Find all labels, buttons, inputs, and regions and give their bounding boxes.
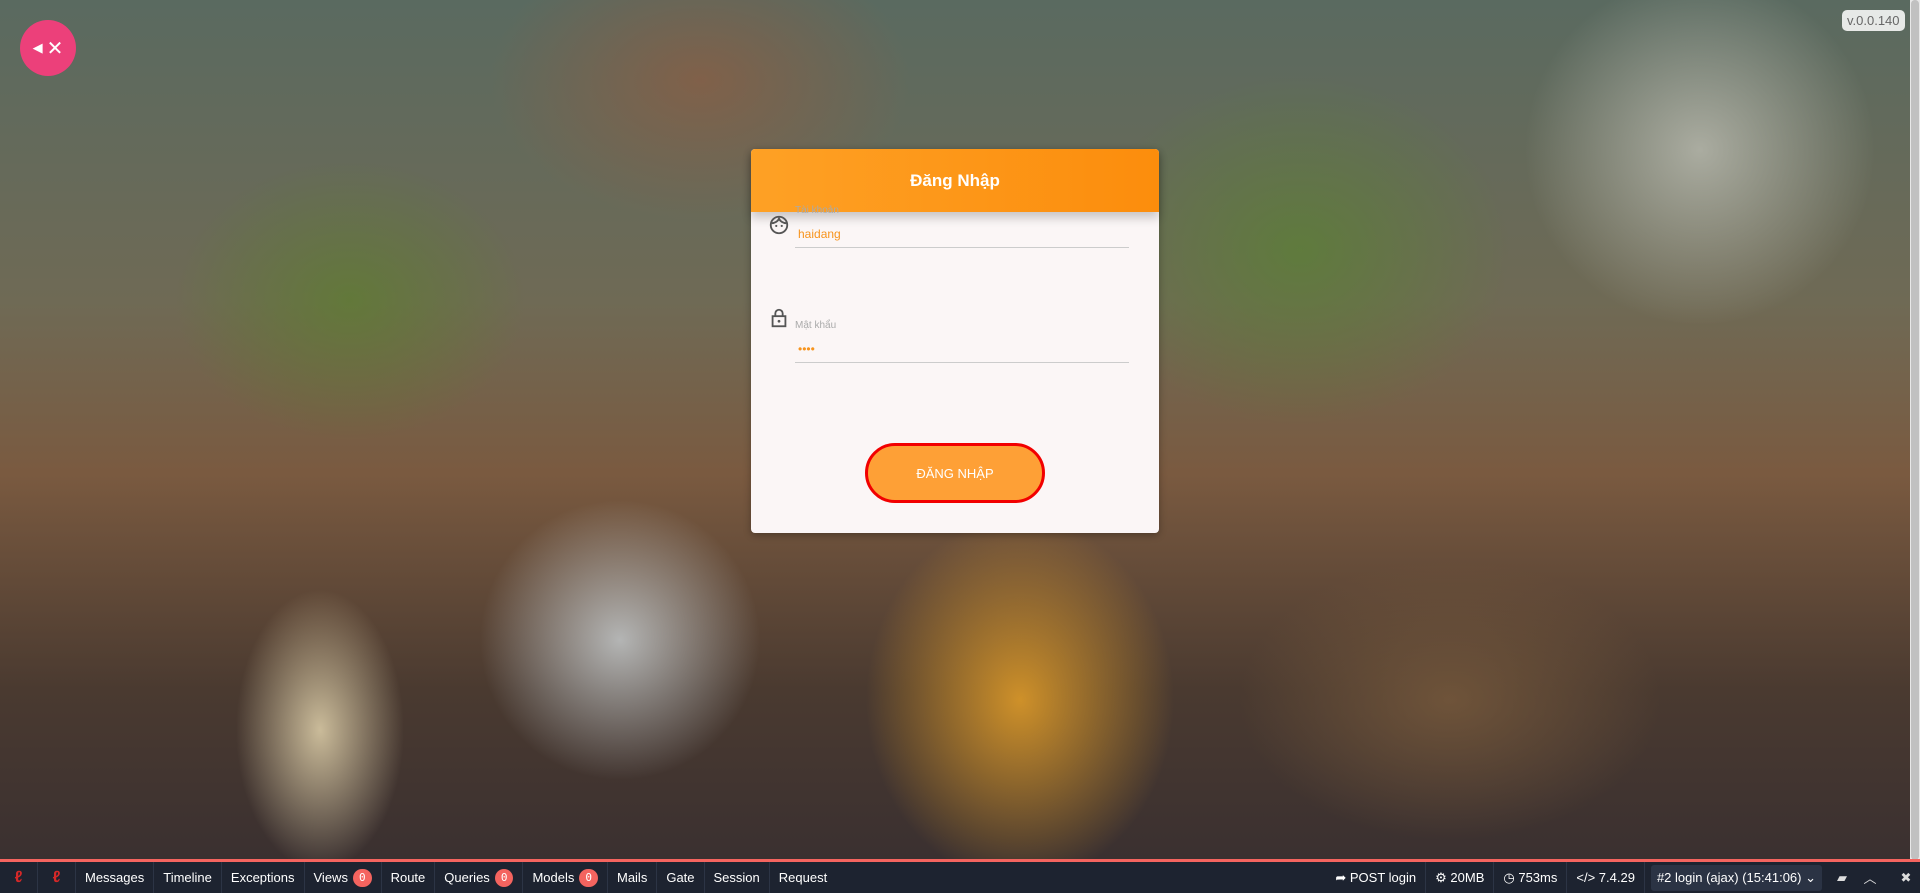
- memory-label: 20MB: [1450, 870, 1485, 885]
- selected-request: #2 login (ajax) (15:41:06): [1656, 870, 1802, 885]
- lock-icon: [771, 308, 787, 328]
- tab-mails[interactable]: Mails: [608, 862, 658, 893]
- tab-route[interactable]: Route: [382, 862, 436, 893]
- tab-label: Timeline: [163, 870, 212, 885]
- password-underline: [795, 362, 1129, 363]
- memory-usage: ⚙ 20MB: [1426, 862, 1495, 893]
- scrollbar[interactable]: [1910, 0, 1920, 862]
- laravel-logo-icon[interactable]: ℓ: [0, 862, 38, 893]
- close-overlay-button[interactable]: ◀ ✕: [20, 20, 76, 76]
- request-method: ➦ POST login: [1326, 862, 1427, 893]
- share-icon: ➦: [1335, 869, 1350, 885]
- tab-session[interactable]: Session: [705, 862, 770, 893]
- tab-timeline[interactable]: Timeline: [154, 862, 222, 893]
- count-badge: 0: [494, 868, 514, 887]
- time-label: 753ms: [1518, 870, 1558, 885]
- tab-label: Exceptions: [230, 870, 295, 885]
- tab-label: Views: [313, 870, 348, 885]
- chevron-down-icon: ⌄: [1801, 869, 1816, 885]
- chevron-up-icon[interactable]: ︿: [1856, 868, 1884, 887]
- username-input[interactable]: haidang: [798, 227, 841, 241]
- php-version: </> 7.4.29: [1567, 862, 1645, 893]
- request-duration: ◷ 753ms: [1494, 862, 1568, 893]
- login-title: Đăng Nhập: [751, 149, 1159, 212]
- login-button[interactable]: ĐĂNG NHẬP: [865, 443, 1045, 503]
- tab-request[interactable]: Request: [770, 862, 836, 893]
- tab-label: Route: [390, 870, 426, 885]
- tab-messages[interactable]: Messages: [76, 862, 155, 893]
- password-label: Mật khẩu: [795, 320, 837, 331]
- close-icon: ✕: [46, 37, 64, 60]
- username-label: Tài khoản: [795, 205, 839, 216]
- code-icon: </>: [1576, 870, 1599, 885]
- tab-label: Session: [713, 870, 760, 885]
- tab-queries[interactable]: Queries 0: [435, 862, 524, 893]
- count-badge: 0: [352, 868, 372, 887]
- tab-gate[interactable]: Gate: [657, 862, 705, 893]
- folder-open-icon[interactable]: ▰: [1828, 870, 1856, 886]
- tab-label: Queries: [444, 870, 490, 885]
- tab-views[interactable]: Views 0: [305, 862, 382, 893]
- laravel-logo-icon[interactable]: ℓ: [38, 862, 76, 893]
- scrollbar-thumb[interactable]: [1911, 0, 1919, 860]
- php-label: 7.4.29: [1598, 870, 1635, 885]
- close-icon[interactable]: ✖: [1892, 870, 1920, 886]
- request-select[interactable]: #2 login (ajax) (15:41:06) ⌄: [1650, 864, 1822, 891]
- user-face-icon: [769, 215, 789, 235]
- request-label: POST login: [1349, 870, 1417, 885]
- password-input[interactable]: ••••: [798, 342, 815, 356]
- tab-label: Models: [532, 870, 575, 885]
- tab-models[interactable]: Models 0: [523, 862, 608, 893]
- volume-mute-icon: ◀: [32, 40, 43, 55]
- cogs-icon: ⚙: [1435, 869, 1451, 885]
- tab-label: Messages: [85, 870, 145, 885]
- debug-bar: ℓ ℓ Messages Timeline Exceptions Views 0 …: [0, 859, 1920, 893]
- count-badge: 0: [579, 868, 598, 887]
- tab-label: Request: [778, 870, 828, 885]
- version-badge: v.0.0.140: [1842, 10, 1905, 31]
- tab-label: Gate: [666, 870, 695, 885]
- clock-icon: ◷: [1503, 869, 1519, 885]
- tab-exceptions[interactable]: Exceptions: [222, 862, 305, 893]
- tab-label: Mails: [616, 870, 648, 885]
- login-card: Đăng Nhập Tài khoản haidang Mật khẩu •••…: [751, 149, 1159, 533]
- username-underline: [795, 247, 1129, 248]
